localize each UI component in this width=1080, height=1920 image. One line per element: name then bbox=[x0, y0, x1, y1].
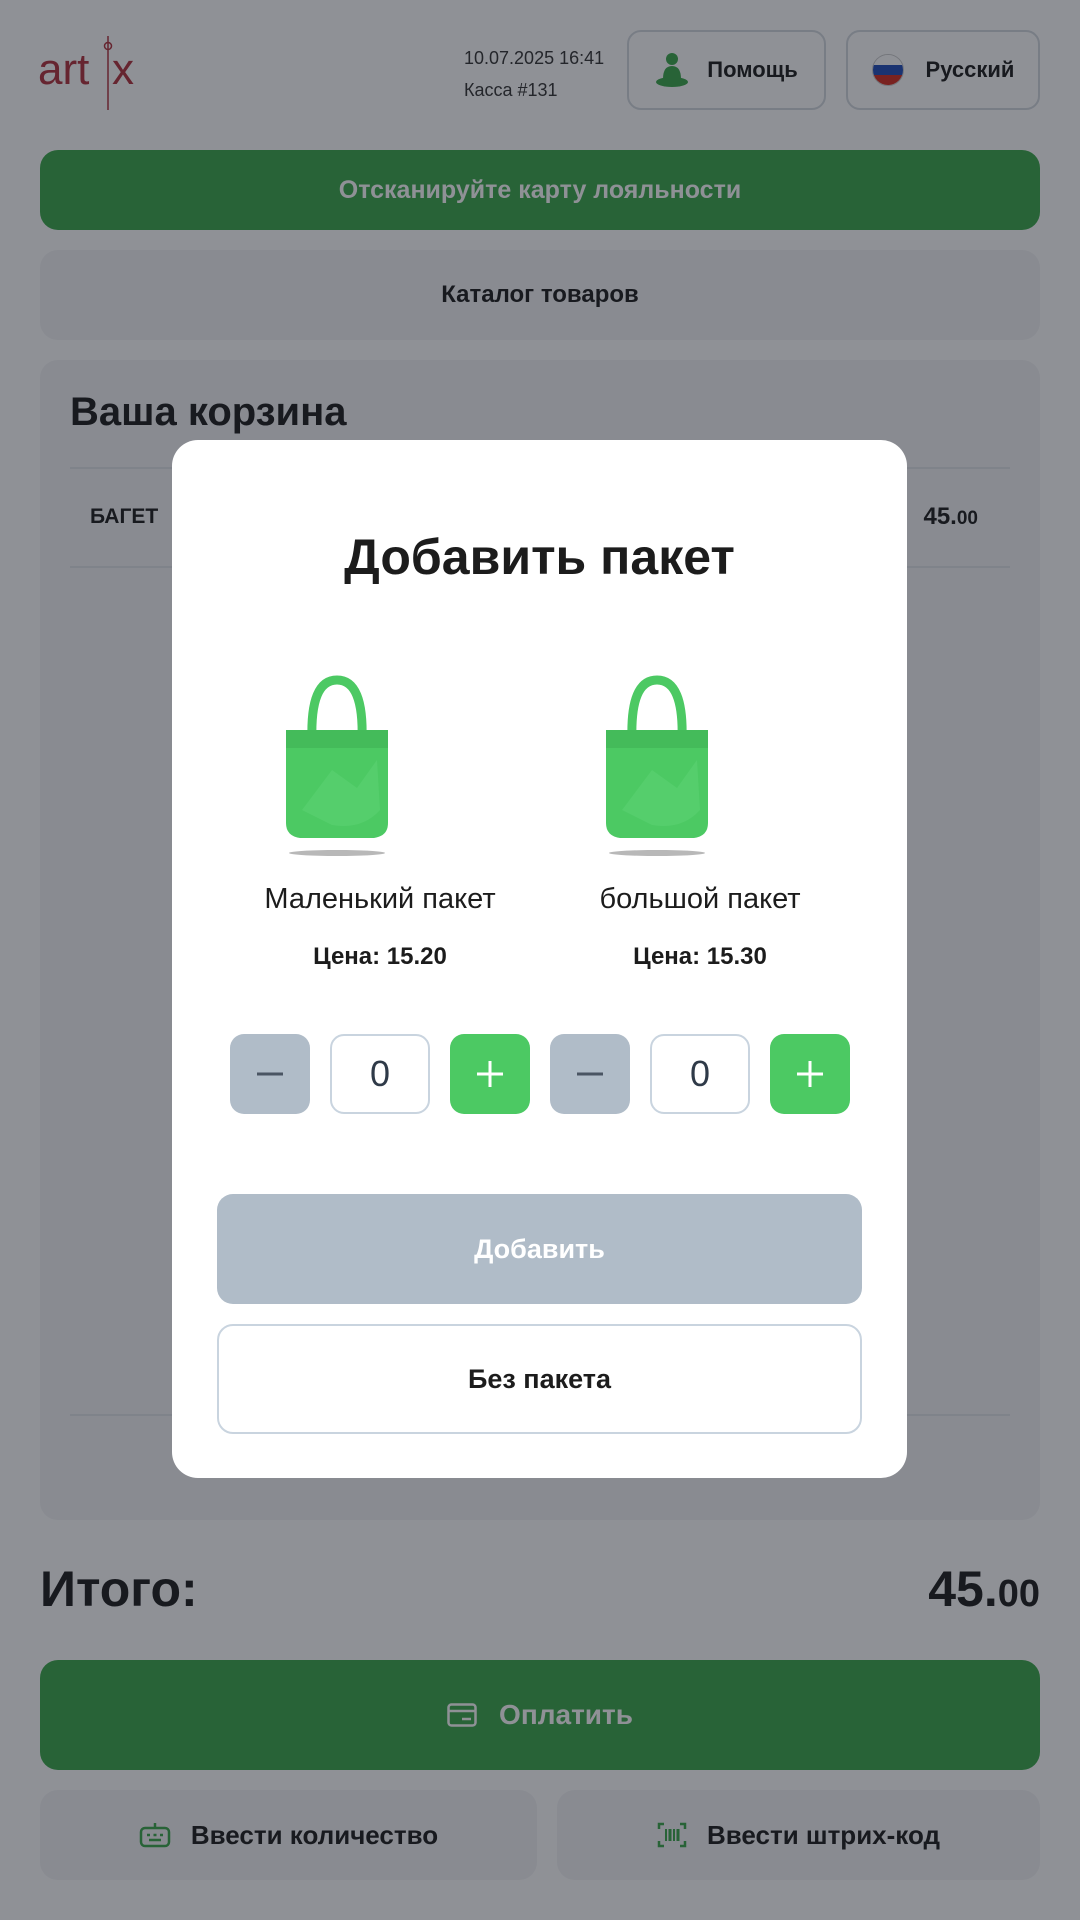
bag-icon bbox=[286, 675, 388, 856]
small-bag-increment-button[interactable] bbox=[450, 1034, 530, 1114]
add-bag-button[interactable]: Добавить bbox=[217, 1194, 862, 1304]
large-bag-quantity-input[interactable]: 0 bbox=[650, 1034, 750, 1114]
minus-icon bbox=[577, 1072, 603, 1076]
bag-price-large: Цена: 15.30 bbox=[633, 943, 767, 970]
small-bag-decrement-button[interactable] bbox=[230, 1034, 310, 1114]
bag-price-small: Цена: 15.20 bbox=[313, 943, 447, 970]
bag-icon bbox=[606, 675, 708, 856]
large-bag-decrement-button[interactable] bbox=[550, 1034, 630, 1114]
plus-icon bbox=[797, 1061, 823, 1087]
no-bag-button[interactable]: Без пакета bbox=[217, 1324, 862, 1434]
dialog-title: Добавить пакет bbox=[344, 529, 735, 585]
plus-icon bbox=[477, 1061, 503, 1087]
minus-icon bbox=[257, 1072, 283, 1076]
large-bag-increment-button[interactable] bbox=[770, 1034, 850, 1114]
add-bag-dialog: Добавить пакет Маленький пакет Цена: 15.… bbox=[172, 440, 907, 1478]
bag-name-large: большой пакет bbox=[599, 883, 801, 915]
small-bag-quantity-input[interactable]: 0 bbox=[330, 1034, 430, 1114]
bag-name-small: Маленький пакет bbox=[264, 883, 496, 915]
